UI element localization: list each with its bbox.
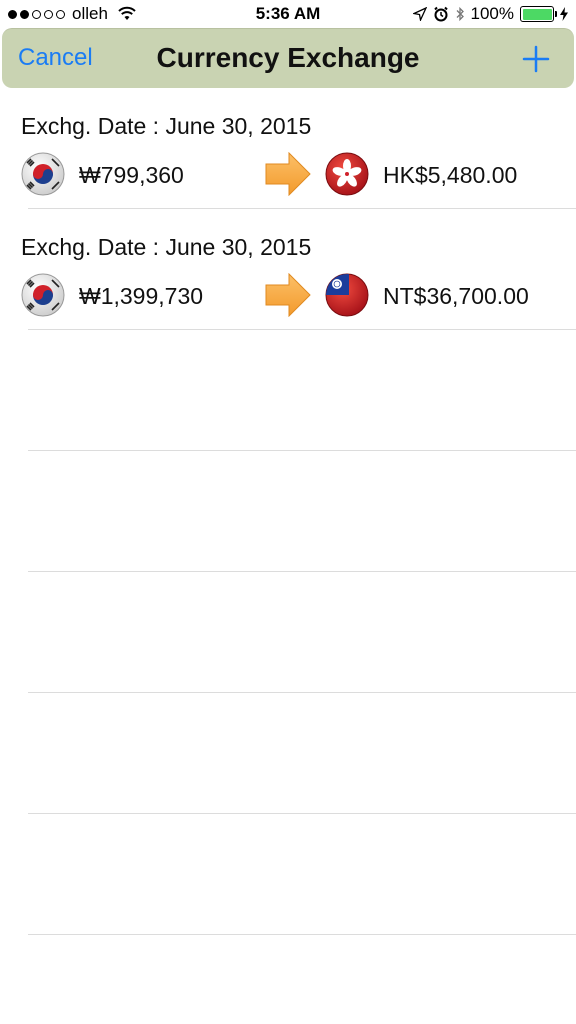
battery-icon bbox=[520, 6, 557, 22]
alarm-clock-icon bbox=[433, 6, 448, 22]
taiwan-flag-icon bbox=[325, 273, 369, 317]
empty-row bbox=[0, 693, 576, 814]
status-bar: olleh 5:36 AM 100% bbox=[0, 0, 576, 28]
exchange-list: Exchg. Date : June 30, 2015 ₩799,360 HK$… bbox=[0, 88, 576, 935]
hong-kong-flag-icon bbox=[325, 152, 369, 196]
to-amount: NT$36,700.00 bbox=[383, 283, 529, 309]
bluetooth-icon bbox=[456, 6, 464, 22]
from-amount: ₩1,399,730 bbox=[79, 283, 204, 309]
empty-row bbox=[0, 451, 576, 572]
page-title: Currency Exchange bbox=[156, 42, 420, 73]
empty-row bbox=[0, 814, 576, 935]
arrow-right-icon bbox=[265, 273, 311, 317]
arrow-right-icon bbox=[265, 152, 311, 196]
location-arrow-icon bbox=[412, 7, 427, 21]
charging-bolt-icon bbox=[560, 7, 568, 21]
navigation-bar: Cancel Currency Exchange bbox=[2, 28, 574, 88]
exchange-row[interactable]: Exchg. Date : June 30, 2015 ₩799,360 HK$… bbox=[0, 88, 576, 209]
empty-row bbox=[0, 330, 576, 451]
status-right: 100% bbox=[412, 4, 568, 24]
battery-percent: 100% bbox=[470, 4, 514, 23]
exchange-date: Exchg. Date : June 30, 2015 bbox=[21, 234, 312, 260]
battery-level bbox=[522, 8, 552, 20]
exchange-date: Exchg. Date : June 30, 2015 bbox=[21, 113, 312, 139]
exchange-row[interactable]: Exchg. Date : June 30, 2015 ₩1,399,730 N… bbox=[0, 209, 576, 330]
plus-icon[interactable] bbox=[522, 45, 550, 73]
south-korea-flag-icon bbox=[21, 152, 65, 196]
empty-row bbox=[0, 572, 576, 693]
battery-tip bbox=[554, 11, 557, 17]
from-amount: ₩799,360 bbox=[79, 162, 184, 188]
south-korea-flag-icon bbox=[21, 273, 65, 317]
row-divider bbox=[28, 934, 576, 935]
to-amount: HK$5,480.00 bbox=[383, 162, 518, 188]
